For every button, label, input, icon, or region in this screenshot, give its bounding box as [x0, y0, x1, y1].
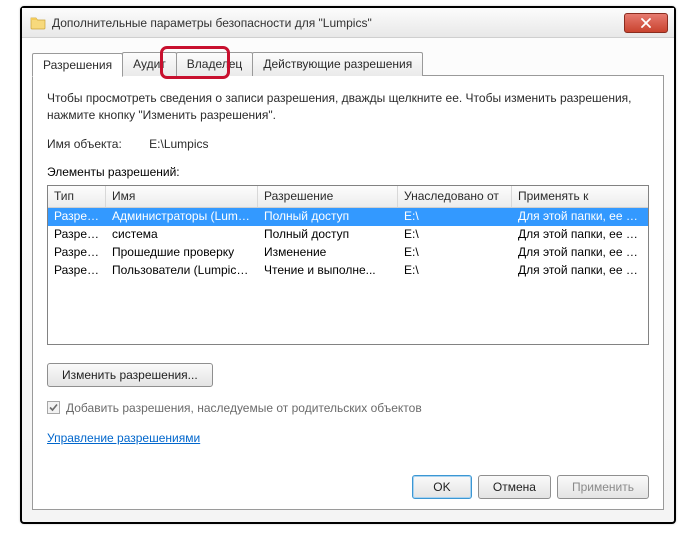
check-icon — [48, 402, 59, 413]
object-name-label: Имя объекта: — [47, 137, 122, 151]
dialog-window: Дополнительные параметры безопасности дл… — [20, 6, 676, 524]
object-name-value: E:\Lumpics — [149, 137, 208, 151]
tab-audit[interactable]: Аудит — [122, 52, 177, 76]
edit-permissions-button[interactable]: Изменить разрешения... — [47, 363, 213, 387]
apply-button[interactable]: Применить — [557, 475, 649, 499]
col-name[interactable]: Имя — [106, 186, 258, 207]
tab-owner[interactable]: Владелец — [176, 52, 254, 76]
table-row[interactable]: Разреш... Прошедшие проверку Изменение E… — [48, 244, 648, 262]
panel-description: Чтобы просмотреть сведения о записи разр… — [47, 90, 649, 125]
title-bar: Дополнительные параметры безопасности дл… — [22, 8, 674, 38]
folder-icon — [30, 15, 46, 31]
table-row[interactable]: Разреш... Пользователи (Lumpics-... Чтен… — [48, 262, 648, 280]
table-row[interactable]: Разреш... система Полный доступ E:\ Для … — [48, 226, 648, 244]
cancel-button[interactable]: Отмена — [478, 475, 551, 499]
col-type[interactable]: Тип — [48, 186, 106, 207]
list-header-row: Тип Имя Разрешение Унаследовано от Приме… — [48, 186, 648, 208]
col-permission[interactable]: Разрешение — [258, 186, 398, 207]
dialog-buttons: OK Отмена Применить — [412, 475, 649, 499]
tab-permissions[interactable]: Разрешения — [32, 53, 123, 77]
table-row[interactable]: Разреш... Администраторы (Lumpi... Полны… — [48, 208, 648, 226]
dialog-content: Разрешения Аудит Владелец Действующие ра… — [32, 52, 664, 510]
inherit-checkbox-row: Добавить разрешения, наследуемые от роди… — [47, 401, 649, 415]
tab-strip: Разрешения Аудит Владелец Действующие ра… — [32, 52, 664, 76]
ok-button[interactable]: OK — [412, 475, 472, 499]
permissions-list-label: Элементы разрешений: — [47, 165, 649, 179]
permissions-list[interactable]: Тип Имя Разрешение Унаследовано от Приме… — [47, 185, 649, 345]
object-name-row: Имя объекта: E:\Lumpics — [47, 137, 649, 151]
tab-effective-permissions[interactable]: Действующие разрешения — [252, 52, 423, 76]
close-icon — [641, 18, 651, 28]
inherit-checkbox[interactable] — [47, 401, 60, 414]
col-apply-to[interactable]: Применять к — [512, 186, 648, 207]
window-title: Дополнительные параметры безопасности дл… — [52, 16, 624, 30]
panel-permissions: Чтобы просмотреть сведения о записи разр… — [32, 75, 664, 510]
list-body: Разреш... Администраторы (Lumpi... Полны… — [48, 208, 648, 280]
inherit-checkbox-label: Добавить разрешения, наследуемые от роди… — [66, 401, 422, 415]
manage-permissions-link[interactable]: Управление разрешениями — [47, 431, 200, 445]
close-button[interactable] — [624, 13, 668, 33]
col-inherited-from[interactable]: Унаследовано от — [398, 186, 512, 207]
